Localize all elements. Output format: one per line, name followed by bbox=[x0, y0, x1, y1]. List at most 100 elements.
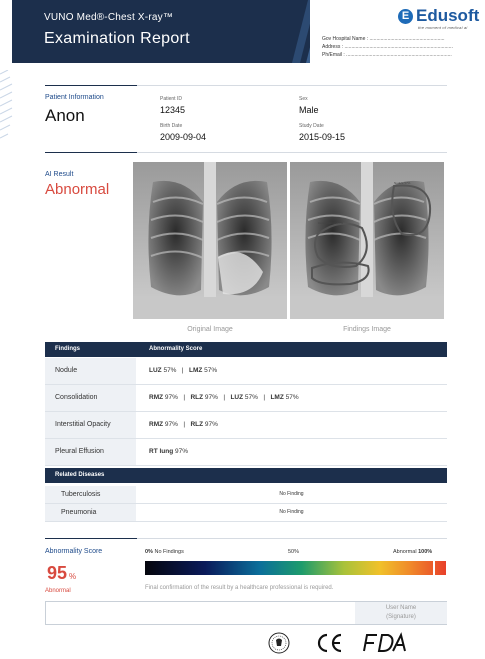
patient-section-label: Patient Information bbox=[45, 94, 104, 101]
zone-name: RLZ bbox=[190, 421, 204, 428]
logo-tagline: the moment of medical ai bbox=[418, 25, 468, 30]
abnormality-score-label: Abnormality Score bbox=[45, 548, 103, 555]
birth-date-label: Birth Date bbox=[160, 123, 183, 129]
study-date-value: 2015-09-15 bbox=[299, 132, 346, 142]
hospital-name-field[interactable]: Gov Hospital Name : ....................… bbox=[322, 36, 482, 42]
zone-name: RMZ bbox=[149, 421, 164, 428]
confirmation-note: Final confirmation of the result by a he… bbox=[145, 585, 334, 591]
original-image-caption: Original Image bbox=[187, 326, 233, 333]
finding-zone-scores: RT lung 97% bbox=[149, 439, 188, 465]
svg-text:Consolidation 97%: Consolidation 97% bbox=[318, 221, 343, 225]
svg-text:Nodule 57%: Nodule 57% bbox=[394, 181, 411, 185]
finding-name: Pleural Effusion bbox=[45, 439, 136, 465]
zone-name: RLZ bbox=[190, 394, 204, 401]
zone-separator: | bbox=[176, 367, 189, 374]
fda-icon bbox=[363, 632, 406, 652]
section-rule bbox=[45, 85, 137, 86]
findings-table-header: Findings Abnormality Score bbox=[45, 342, 447, 357]
zone-name: LMZ bbox=[189, 367, 203, 374]
zone-percent: 57% bbox=[244, 394, 258, 401]
section-rule bbox=[45, 152, 137, 153]
finding-name: Consolidation bbox=[45, 385, 136, 411]
phone-email-field[interactable]: Ph/Email : .............................… bbox=[322, 52, 482, 58]
finding-zone-scores: RMZ 97% | RLZ 97% bbox=[149, 412, 218, 438]
zone-name: LUZ bbox=[149, 367, 162, 374]
logo-badge-icon: E bbox=[398, 8, 413, 24]
disease-row: Pneumonia No Finding bbox=[45, 504, 447, 522]
product-name: VUNO Med®-Chest X-ray™ bbox=[44, 12, 174, 23]
hospital-panel: E Edusoft the moment of medical ai Gov H… bbox=[310, 0, 484, 63]
address-field[interactable]: Address : ..............................… bbox=[322, 44, 482, 50]
score-marker bbox=[432, 560, 435, 576]
logo-text: Edusoft bbox=[416, 6, 480, 25]
zone-percent: 97% bbox=[204, 394, 218, 401]
sex-value: Male bbox=[299, 105, 319, 115]
disease-name: Tuberculosis bbox=[45, 486, 136, 503]
zone-name: RT lung bbox=[149, 448, 174, 455]
zone-name: LUZ bbox=[230, 394, 244, 401]
zone-separator: | bbox=[177, 421, 191, 428]
ce-mark-icon bbox=[317, 633, 342, 653]
score-col-header: Abnormality Score bbox=[149, 346, 203, 352]
disease-result: No Finding bbox=[279, 509, 304, 515]
section-rule-thin bbox=[137, 85, 447, 86]
signature-label: (Signature) bbox=[386, 614, 416, 620]
zone-percent: 97% bbox=[204, 421, 218, 428]
birth-date-value: 2009-09-04 bbox=[160, 132, 207, 142]
abnormality-score-bar bbox=[145, 560, 446, 576]
report-header: VUNO Med®-Chest X-ray™ Examination Repor… bbox=[12, 0, 484, 63]
zone-name: LMZ bbox=[270, 394, 284, 401]
findings-row: Consolidation RMZ 97% | RLZ 97% | LUZ 57%… bbox=[45, 385, 447, 412]
findings-row: Interstitial Opacity RMZ 97% | RLZ 97% bbox=[45, 412, 447, 439]
report-title: Examination Report bbox=[44, 30, 190, 47]
original-xray-image bbox=[133, 162, 287, 319]
zone-separator: | bbox=[177, 394, 191, 401]
abnormality-status: Abnormal bbox=[45, 588, 71, 594]
section-rule-thin bbox=[137, 538, 447, 539]
signature-box[interactable]: User Name (Signature) bbox=[45, 601, 447, 625]
zone-percent: 57% bbox=[204, 367, 218, 374]
finding-zone-scores: RMZ 97% | RLZ 97% | LUZ 57% | LMZ 57% bbox=[149, 385, 299, 411]
findings-col-header: Findings bbox=[55, 346, 80, 352]
seal-icon bbox=[268, 632, 290, 654]
zone-percent: 57% bbox=[285, 394, 299, 401]
decorative-pattern bbox=[0, 70, 13, 139]
scale-min-label: 0% No Findings bbox=[145, 549, 184, 555]
findings-image-caption: Findings Image bbox=[343, 326, 391, 333]
zone-separator: | bbox=[257, 394, 271, 401]
findings-row: Nodule LUZ 57% | LMZ 57% bbox=[45, 358, 447, 385]
findings-xray-image: Nodule 57% Consolidation 97% bbox=[290, 162, 444, 319]
score-unit: % bbox=[69, 572, 77, 581]
zone-percent: 97% bbox=[164, 394, 178, 401]
section-rule-thin bbox=[137, 152, 447, 153]
zone-percent: 97% bbox=[164, 421, 178, 428]
finding-name: Interstitial Opacity bbox=[45, 412, 136, 438]
ai-result-value: Abnormal bbox=[45, 181, 110, 198]
disease-result: No Finding bbox=[279, 491, 304, 497]
signature-user-name-label: User Name bbox=[385, 605, 417, 611]
disease-name: Pneumonia bbox=[45, 504, 136, 521]
patient-name: Anon bbox=[45, 106, 85, 125]
zone-name: RMZ bbox=[149, 394, 164, 401]
finding-zone-scores: LUZ 57% | LMZ 57% bbox=[149, 358, 217, 384]
scale-mid-label: 50% bbox=[288, 549, 300, 555]
edusoft-logo: E Edusoft bbox=[398, 6, 479, 26]
section-rule bbox=[45, 538, 137, 539]
diseases-table-header: Related Diseases bbox=[45, 468, 447, 483]
abnormality-score-value: 95% bbox=[47, 563, 76, 584]
scale-max-label: Abnormal 100% bbox=[393, 549, 433, 555]
zone-percent: 97% bbox=[175, 448, 189, 455]
signature-field[interactable]: User Name (Signature) bbox=[355, 602, 447, 624]
sex-label: Sex bbox=[299, 96, 308, 102]
finding-name: Nodule bbox=[45, 358, 136, 384]
ai-result-label: AI Result bbox=[45, 171, 74, 178]
zone-separator: | bbox=[217, 394, 231, 401]
zone-percent: 57% bbox=[163, 367, 177, 374]
patient-id-value: 12345 bbox=[160, 105, 186, 115]
patient-id-label: Patient ID bbox=[160, 96, 182, 102]
disease-row: Tuberculosis No Finding bbox=[45, 486, 447, 504]
diseases-col-header: Related Diseases bbox=[55, 472, 105, 478]
score-number: 95 bbox=[47, 563, 68, 583]
findings-row: Pleural Effusion RT lung 97% bbox=[45, 439, 447, 466]
study-date-label: Study Date bbox=[299, 123, 324, 129]
